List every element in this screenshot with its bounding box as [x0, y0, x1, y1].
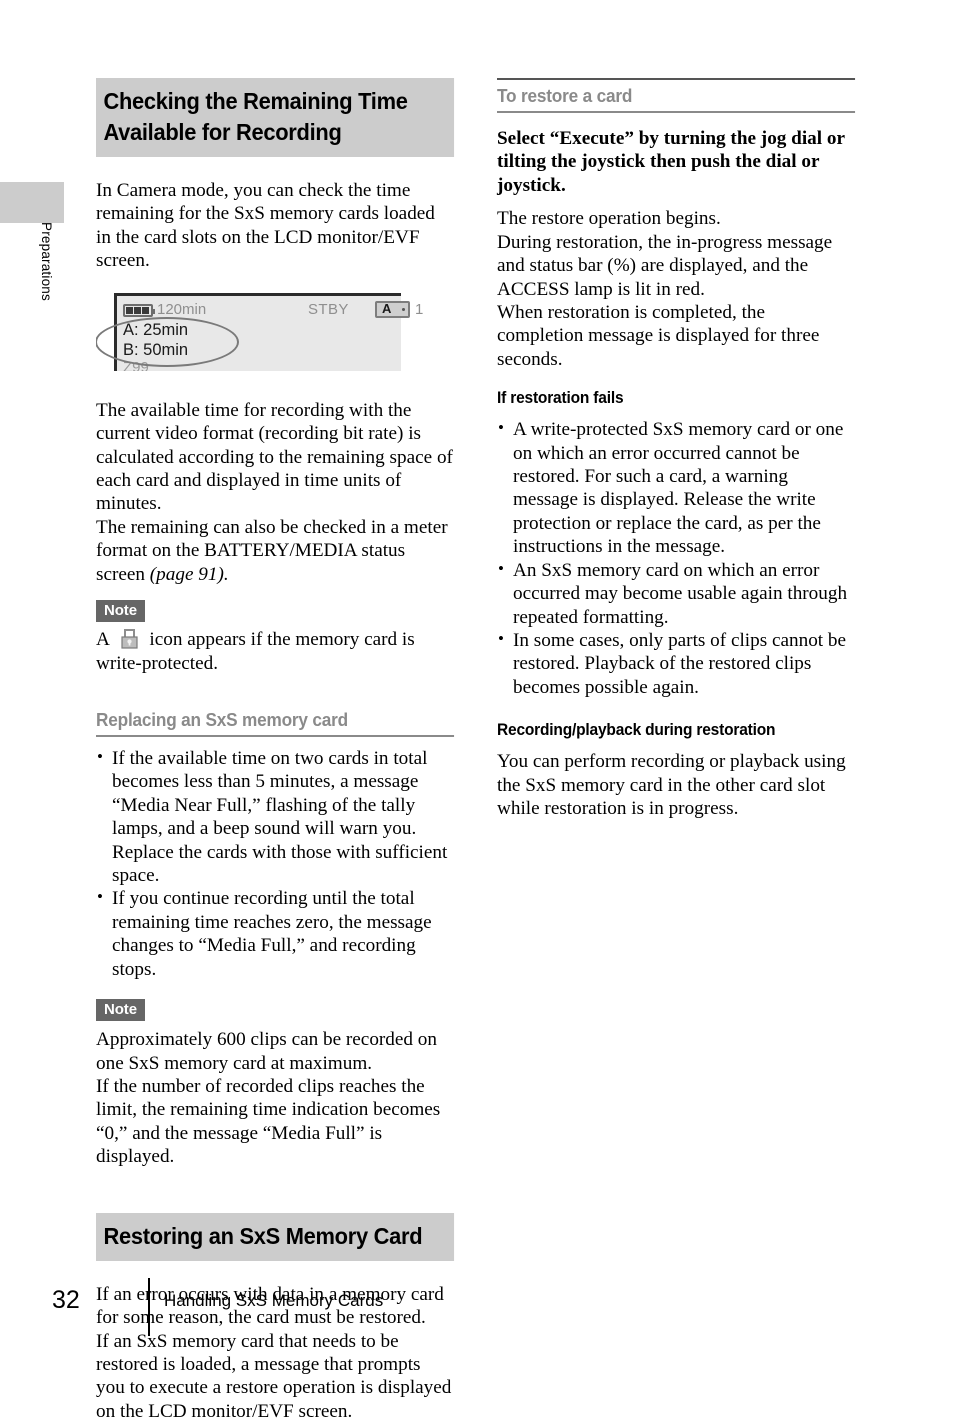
restoring-paragraph-2: If an SxS memory card that needs to be r…	[96, 1330, 452, 1422]
note-2-text-2: If the number of recorded clips reaches …	[96, 1076, 441, 1168]
subheading-to-restore-card: To restore a card	[497, 78, 856, 113]
intro-paragraph: In Camera mode, you can check the time r…	[96, 180, 435, 272]
list-item: A write-protected SxS memory card or one…	[497, 418, 855, 559]
restore-paragraph-2: During restoration, the in-progress mess…	[497, 231, 833, 300]
footer-section-title: Handling SxS Memory Cards	[164, 1291, 384, 1310]
restore-paragraph-1: The restore operation begins.	[497, 208, 721, 230]
note-1-text: A icon appears if the memory card is wri…	[96, 628, 454, 675]
note-badge: Note	[96, 600, 145, 623]
meter-format-text: The remaining can also be checked in a m…	[96, 516, 448, 585]
right-column: To restore a card Select “Execute” by tu…	[497, 78, 856, 821]
replacing-card-bullet-list: If the available time on two cards in to…	[96, 747, 454, 981]
card-slot-letter: A	[382, 300, 392, 316]
battery-icon	[123, 303, 155, 317]
note-block-2: Note Approximately 600 clips can be reco…	[96, 999, 454, 1169]
slot-b-remaining: B: 50min	[123, 340, 189, 359]
section-heading-restoring: Restoring an SxS Memory Card	[96, 1212, 455, 1261]
note-1-suffix: icon appears if the memory card is write…	[96, 629, 415, 674]
restore-paragraph-3: When restoration is completed, the compl…	[497, 301, 820, 370]
subheading-replacing-card: Replacing an SxS memory card	[96, 709, 455, 737]
card-slot-indicator-icon: A	[375, 300, 410, 318]
subheading-recording-during-restoration: Recording/playback during restoration	[497, 721, 776, 740]
write-protect-lock-icon	[121, 629, 138, 649]
battery-remaining-time: 120min	[157, 300, 207, 318]
lcd-screen-figure: 120min STBY A 1 A: 25min B: 50min Z99	[96, 291, 454, 371]
recording-status: STBY	[308, 300, 349, 318]
page-content: Checking the Remaining Time Available fo…	[0, 0, 954, 1422]
list-item: If you continue recording until the tota…	[96, 887, 454, 981]
available-time-paragraph: The available time for recording with th…	[96, 399, 453, 515]
meter-format-paragraph: The remaining can also be checked in a m…	[96, 516, 454, 586]
left-column: Checking the Remaining Time Available fo…	[96, 78, 455, 1423]
note-1-prefix: A	[96, 629, 109, 651]
recording-during-restoration-text: You can perform recording or playback us…	[497, 751, 846, 820]
note-block-1: Note A icon appears if the memory card i…	[96, 600, 454, 675]
restoration-fails-bullet-list: A write-protected SxS memory card or one…	[497, 418, 855, 699]
list-item: If the available time on two cards in to…	[96, 747, 454, 888]
slot-a-remaining: A: 25min	[123, 320, 189, 339]
list-item: An SxS memory card on which an error occ…	[497, 559, 855, 629]
restore-instruction: Select “Execute” by turning the jog dial…	[497, 128, 845, 196]
note-badge: Note	[96, 999, 145, 1022]
note-2-text-1: Approximately 600 clips can be recorded …	[96, 1029, 437, 1074]
clip-name-code: Z99	[123, 358, 149, 371]
page-reference: (page 91).	[149, 563, 229, 585]
page-title: Checking the Remaining Time Available fo…	[96, 78, 455, 158]
page-number: 32	[52, 1286, 80, 1314]
page-footer: 32 Handling SxS Memory Cards	[52, 1278, 912, 1340]
clipped-edge-text: 1	[415, 300, 424, 318]
subheading-restoration-fails: If restoration fails	[497, 389, 624, 408]
footer-divider	[148, 1278, 150, 1336]
list-item: In some cases, only parts of clips canno…	[497, 629, 855, 699]
